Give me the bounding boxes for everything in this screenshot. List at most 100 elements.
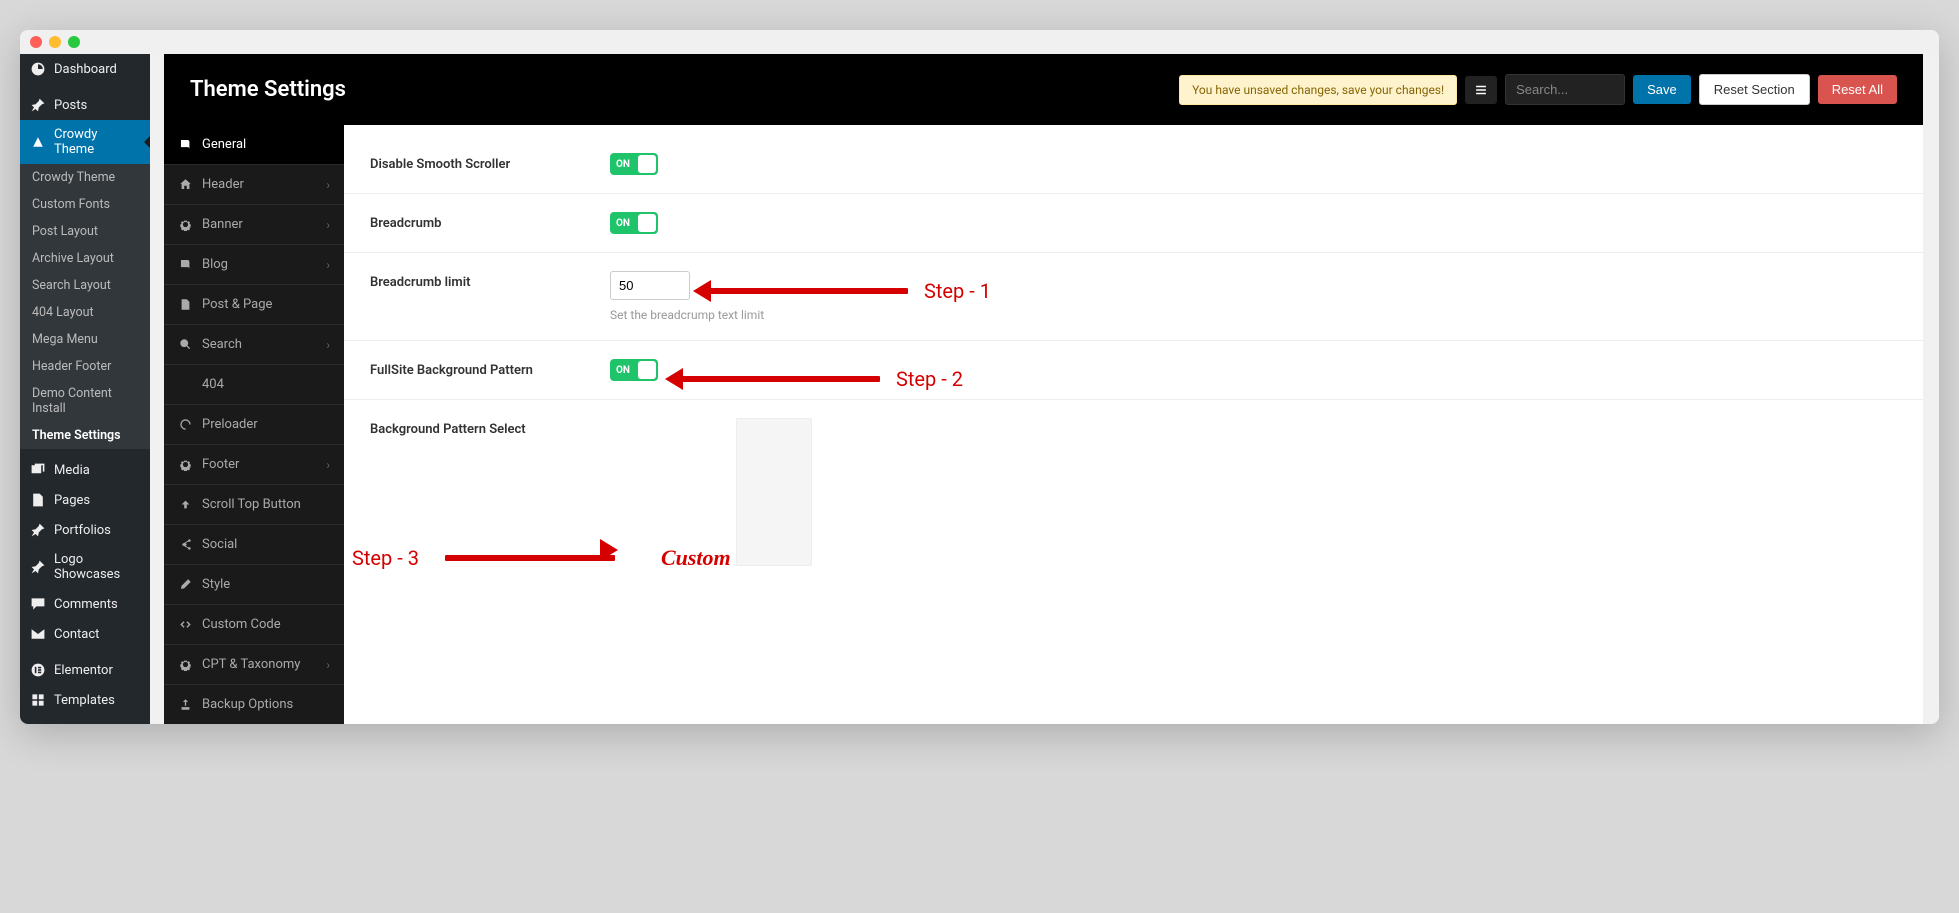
settings-nav: GeneralHeader›Banner›Blog›Post & PageSea…	[164, 125, 344, 724]
sidebar-sub-item[interactable]: Demo Content Install	[20, 380, 150, 422]
sidebar-item-comments[interactable]: Comments	[20, 589, 150, 619]
up-icon	[178, 498, 192, 512]
setting-label: Background Pattern Select	[370, 418, 610, 437]
settings-nav-label: Search	[202, 337, 242, 352]
sidebar-item-appearance[interactable]: Appearance	[20, 721, 150, 724]
setting-breadcrumb-limit: Breadcrumb limit Set the breadcrump text…	[344, 253, 1923, 341]
setting-label: Breadcrumb limit	[370, 271, 610, 290]
settings-nav-item[interactable]: Search›	[164, 325, 344, 365]
settings-nav-label: Footer	[202, 457, 239, 472]
settings-nav-label: Custom Code	[202, 617, 281, 632]
page-title: Theme Settings	[190, 77, 346, 102]
minimize-window-dot[interactable]	[49, 36, 61, 48]
toggle-knob	[638, 155, 656, 173]
settings-nav-item[interactable]: Social	[164, 525, 344, 565]
sidebar-item-templates[interactable]: Templates	[20, 685, 150, 715]
settings-nav-label: General	[202, 137, 246, 152]
settings-nav-label: Backup Options	[202, 697, 293, 712]
settings-nav-item[interactable]: Banner›	[164, 205, 344, 245]
setting-disable-smooth: Disable Smooth Scroller ON	[344, 135, 1923, 194]
settings-nav-item[interactable]: Scroll Top Button	[164, 485, 344, 525]
toggle-state: ON	[616, 218, 630, 229]
sidebar-item-crowdy-theme[interactable]: Crowdy Theme	[20, 120, 150, 164]
export-icon	[178, 698, 192, 712]
share-icon	[178, 538, 192, 552]
settings-nav-item[interactable]: Blog›	[164, 245, 344, 285]
sidebar-sub-item[interactable]: Mega Menu	[20, 326, 150, 353]
settings-nav-item[interactable]: Header›	[164, 165, 344, 205]
breadcrumb-limit-input[interactable]	[610, 271, 690, 300]
search-input[interactable]	[1505, 74, 1625, 105]
sidebar-sub-item[interactable]: Archive Layout	[20, 245, 150, 272]
settings-content: GeneralHeader›Banner›Blog›Post & PageSea…	[164, 125, 1923, 724]
gear-icon	[178, 218, 192, 232]
sidebar-item-logo-showcases[interactable]: Logo Showcases	[20, 545, 150, 589]
topbar-right: You have unsaved changes, save your chan…	[1179, 74, 1897, 105]
maximize-window-dot[interactable]	[68, 36, 80, 48]
sidebar-sub-item[interactable]: Search Layout	[20, 272, 150, 299]
sidebar-item-portfolios[interactable]: Portfolios	[20, 515, 150, 545]
sidebar-item-dashboard[interactable]: Dashboard	[20, 54, 150, 84]
settings-nav-item[interactable]: Style	[164, 565, 344, 605]
save-button[interactable]: Save	[1633, 75, 1691, 104]
sidebar-label: Crowdy Theme	[54, 127, 140, 157]
toggle-disable-smooth[interactable]: ON	[610, 153, 658, 175]
pin-icon	[30, 559, 46, 575]
sidebar-label: Dashboard	[54, 62, 117, 77]
sidebar-sub-item[interactable]: Header Footer	[20, 353, 150, 380]
toggle-fullsite-pattern[interactable]: ON	[610, 359, 658, 381]
sidebar-sub-item[interactable]: 404 Layout	[20, 299, 150, 326]
reset-all-button[interactable]: Reset All	[1818, 75, 1897, 104]
pin-icon	[30, 97, 46, 113]
settings-nav-item[interactable]: Footer›	[164, 445, 344, 485]
spinner-icon	[178, 418, 192, 432]
settings-nav-item[interactable]: Backup Options	[164, 685, 344, 724]
reset-section-button[interactable]: Reset Section	[1699, 74, 1810, 105]
sidebar-label: Elementor	[54, 663, 113, 678]
templates-icon	[30, 692, 46, 708]
sidebar-item-posts[interactable]: Posts	[20, 90, 150, 120]
search-icon	[178, 338, 192, 352]
settings-nav-label: Banner	[202, 217, 243, 232]
settings-nav-label: Preloader	[202, 417, 258, 432]
main-area: Theme Settings You have unsaved changes,…	[150, 54, 1939, 724]
mail-icon	[30, 626, 46, 642]
settings-nav-item[interactable]: General	[164, 125, 344, 165]
chevron-right-icon: ›	[326, 258, 330, 272]
sidebar-item-elementor[interactable]: Elementor	[20, 655, 150, 685]
sidebar-label: Portfolios	[54, 523, 111, 538]
settings-nav-label: Social	[202, 537, 237, 552]
toggle-state: ON	[616, 159, 630, 170]
sidebar-sub-item[interactable]: Theme Settings	[20, 422, 150, 449]
sidebar-item-contact[interactable]: Contact	[20, 619, 150, 649]
settings-nav-item[interactable]: Preloader	[164, 405, 344, 445]
expand-icon	[1474, 83, 1488, 97]
setting-breadcrumb: Breadcrumb ON	[344, 194, 1923, 253]
pin-icon	[30, 522, 46, 538]
sidebar-sub-item[interactable]: Custom Fonts	[20, 191, 150, 218]
sidebar-item-media[interactable]: Media	[20, 455, 150, 485]
sidebar-sub-item[interactable]: Crowdy Theme	[20, 164, 150, 191]
settings-nav-label: 404	[202, 377, 224, 392]
pattern-swatch[interactable]	[736, 418, 812, 566]
unsaved-notice: You have unsaved changes, save your chan…	[1179, 75, 1457, 105]
home-icon	[178, 178, 192, 192]
expand-button[interactable]	[1465, 76, 1497, 104]
sidebar-item-pages[interactable]: Pages	[20, 485, 150, 515]
sidebar-label: Contact	[54, 627, 99, 642]
gear-icon	[178, 458, 192, 472]
toggle-breadcrumb[interactable]: ON	[610, 212, 658, 234]
settings-nav-item[interactable]: Custom Code	[164, 605, 344, 645]
sidebar-label: Pages	[54, 493, 90, 508]
settings-nav-item[interactable]: CPT & Taxonomy›	[164, 645, 344, 685]
settings-panel: Disable Smooth Scroller ON Breadcrumb	[344, 125, 1923, 724]
close-window-dot[interactable]	[30, 36, 42, 48]
sidebar-sub-item[interactable]: Post Layout	[20, 218, 150, 245]
sidebar-label: Comments	[54, 597, 118, 612]
setting-label: FullSite Background Pattern	[370, 359, 610, 378]
app-body: Dashboard Posts Crowdy Theme Crowdy Them…	[20, 54, 1939, 724]
toggle-knob	[638, 361, 656, 379]
settings-nav-item[interactable]: Post & Page	[164, 285, 344, 325]
book-icon	[178, 258, 192, 272]
settings-nav-item[interactable]: 404	[164, 365, 344, 405]
